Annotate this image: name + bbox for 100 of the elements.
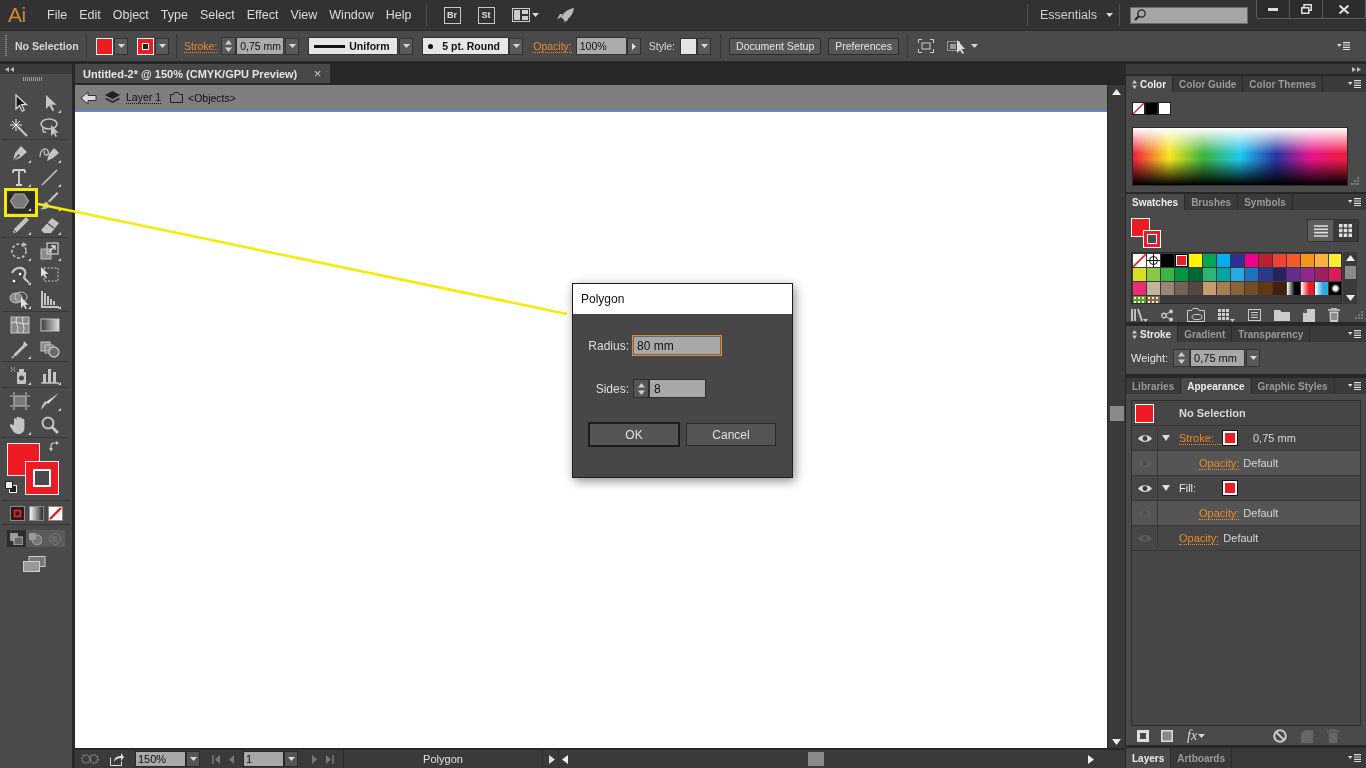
color-swatch[interactable]	[1161, 254, 1174, 267]
color-swatch[interactable]	[1259, 282, 1272, 295]
app-launch-button[interactable]: Br	[443, 6, 461, 24]
color-swatch[interactable]	[1145, 102, 1158, 115]
dropdown-button[interactable]	[697, 37, 712, 55]
scroll-up-button[interactable]	[1112, 89, 1121, 95]
panel-tab[interactable]: Stroke	[1126, 326, 1179, 342]
up-down-arrows-icon[interactable]	[1132, 79, 1137, 89]
gradient-square-icon[interactable]	[29, 506, 44, 521]
prohibition-icon[interactable]	[1273, 729, 1287, 743]
folder-icon[interactable]	[1274, 309, 1290, 321]
toolbar-button[interactable]: Preferences	[828, 37, 899, 55]
menu-item[interactable]: Type	[160, 4, 188, 26]
share-icon[interactable]	[110, 752, 124, 766]
spinner-button[interactable]	[1173, 349, 1191, 367]
effects-button[interactable]: fx	[1187, 728, 1206, 744]
scroll-left-button[interactable]	[562, 754, 568, 764]
spinner-button[interactable]	[633, 379, 649, 398]
weight-field[interactable]: 0,75 mm	[1190, 349, 1246, 367]
color-swatch[interactable]	[1217, 254, 1230, 267]
color-swatch[interactable]	[1315, 254, 1328, 267]
scroll-thumb[interactable]	[808, 752, 824, 766]
panel-tab[interactable]: Artboards	[1171, 748, 1233, 768]
overlapping-squares-icon[interactable]	[5, 481, 17, 493]
menu-item[interactable]: Edit	[79, 4, 101, 26]
radial-gradient-swatch[interactable]	[1329, 282, 1341, 295]
style-swatch[interactable]	[680, 37, 698, 55]
color-swatch[interactable]	[1189, 268, 1202, 281]
dropdown-button[interactable]	[285, 37, 300, 55]
color-swatch[interactable]	[1259, 268, 1272, 281]
slashed-square-icon[interactable]	[48, 506, 63, 521]
eye-icon[interactable]	[1137, 433, 1152, 443]
color-swatch[interactable]	[1245, 268, 1258, 281]
opacity-link[interactable]: Opacity:	[533, 39, 572, 53]
color-swatch[interactable]	[1175, 268, 1188, 281]
color-swatch[interactable]	[1329, 254, 1341, 267]
color-swatch[interactable]	[1203, 254, 1216, 267]
none-swatch[interactable]	[1132, 102, 1145, 115]
color-swatch[interactable]	[1189, 282, 1202, 295]
rocket-button[interactable]	[556, 5, 574, 25]
document-tab[interactable]: Untitled-2* @ 150% (CMYK/GPU Preview)	[83, 67, 298, 80]
pattern-swatch[interactable]	[1147, 296, 1160, 303]
folded-page-icon[interactable]	[1303, 308, 1315, 322]
back-button[interactable]	[79, 89, 97, 106]
framed-square-icon[interactable]	[10, 506, 25, 521]
gradient-swatch[interactable]	[1315, 282, 1328, 295]
color-swatch[interactable]	[1147, 282, 1160, 295]
pattern-swatch[interactable]	[1133, 296, 1146, 303]
trash-icon[interactable]	[1328, 308, 1340, 322]
panel-menu-button[interactable]	[1337, 42, 1350, 50]
color-swatch[interactable]	[1133, 268, 1146, 281]
zoom-field[interactable]: 150%	[135, 751, 186, 767]
layer-link[interactable]: Layer 1	[126, 91, 162, 104]
color-swatch[interactable]	[1133, 282, 1146, 295]
dialog-button[interactable]: Cancel	[686, 423, 776, 446]
app-launch-button[interactable]: St	[477, 6, 495, 24]
swap-arrows-icon[interactable]	[49, 441, 60, 452]
menu-item[interactable]: Help	[385, 4, 412, 26]
search-field[interactable]	[1130, 6, 1248, 24]
color-swatch[interactable]	[1161, 268, 1174, 281]
stroke-swatch[interactable]	[1222, 430, 1238, 446]
color-swatch[interactable]	[1315, 268, 1328, 281]
two-windows-icon[interactable]	[23, 556, 46, 572]
number-field[interactable]: 8	[649, 379, 706, 398]
color-swatch[interactable]	[1273, 254, 1286, 267]
menu-item[interactable]: Effect	[246, 4, 279, 26]
color-swatch[interactable]	[1329, 268, 1341, 281]
menu-item[interactable]: View	[290, 4, 318, 26]
color-swatch[interactable]	[1217, 268, 1230, 281]
isolate-button[interactable]	[917, 36, 934, 56]
scroll-right-button[interactable]	[1088, 754, 1094, 764]
menu-item[interactable]: File	[47, 4, 68, 26]
color-spectrum[interactable]	[1132, 127, 1348, 186]
gradient-swatch[interactable]	[1287, 282, 1300, 295]
cloud-folder-icon[interactable]	[1187, 308, 1205, 322]
dropdown-button[interactable]	[1246, 349, 1261, 367]
brush-dropdown[interactable]: 5 pt. Round	[422, 37, 510, 55]
list-box-icon[interactable]	[1248, 309, 1261, 321]
menu-item[interactable]: Select	[199, 4, 235, 26]
color-swatch[interactable]	[1259, 254, 1272, 267]
opacity-field[interactable]: 100%	[575, 37, 627, 55]
eye-icon[interactable]	[1137, 483, 1152, 493]
scroll-thumb[interactable]	[1344, 266, 1356, 279]
panel-tab[interactable]: Color	[1126, 76, 1174, 92]
color-swatch[interactable]	[1161, 282, 1174, 295]
color-swatch[interactable]	[1301, 268, 1314, 281]
color-swatch[interactable]	[1175, 254, 1188, 267]
close-tab-button[interactable]: ×	[312, 66, 323, 81]
stroke-weight-field[interactable]: 0,75 mm	[236, 37, 285, 55]
grid-view-button[interactable]	[1333, 220, 1358, 241]
color-swatch[interactable]	[1245, 254, 1258, 267]
color-swatch[interactable]	[1231, 268, 1244, 281]
dialog-button[interactable]: OK	[588, 422, 680, 447]
color-swatch[interactable]	[1203, 268, 1216, 281]
square-outline-icon[interactable]	[1137, 730, 1149, 742]
panel-tab[interactable]: Appearance	[1181, 378, 1252, 394]
fill-swatch[interactable]	[1222, 480, 1238, 496]
color-swatch[interactable]	[1217, 282, 1230, 295]
color-swatch[interactable]	[1189, 254, 1202, 267]
color-swatch[interactable]	[1301, 254, 1314, 267]
